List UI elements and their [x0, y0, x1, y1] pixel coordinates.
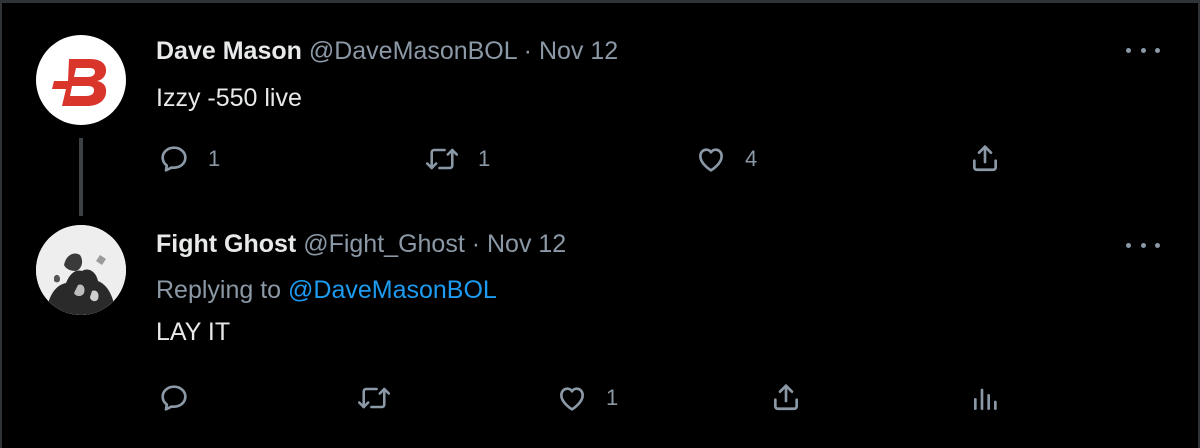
heart-icon	[560, 387, 584, 411]
ellipsis-icon	[1140, 47, 1146, 53]
ellipsis-icon	[1140, 242, 1146, 248]
retweet-button[interactable]: 1	[424, 143, 490, 175]
retweet-count: 1	[478, 146, 491, 171]
replying-label: Replying to	[156, 276, 282, 304]
user-handle[interactable]: @DaveMasonBOL	[309, 37, 517, 65]
retweet-button[interactable]	[356, 382, 410, 414]
like-button[interactable]: 1	[556, 382, 618, 414]
like-count: 4	[745, 146, 758, 171]
share-button[interactable]	[770, 381, 802, 413]
reply-icon	[161, 146, 187, 172]
reply-button[interactable]: 1	[158, 143, 220, 175]
mention-link[interactable]: @DaveMasonBOL	[288, 276, 497, 304]
tweet[interactable]: Fight Ghost @Fight_Ghost · Nov 12 Replyi…	[0, 205, 1200, 448]
analytics-button[interactable]	[970, 382, 1002, 414]
retweet-icon	[425, 148, 459, 170]
heart-icon	[699, 148, 723, 172]
like-button[interactable]: 4	[695, 143, 757, 175]
tweet-header: Fight Ghost @Fight_Ghost · Nov 12	[156, 229, 566, 259]
share-icon	[973, 145, 997, 172]
more-options-button[interactable]	[1126, 233, 1160, 257]
separator-dot: ·	[471, 230, 481, 258]
analytics-icon	[974, 388, 997, 410]
tweet-date[interactable]: Nov 12	[539, 37, 618, 65]
replying-to-line: Replying to @DaveMasonBOL	[156, 275, 497, 305]
more-options-button[interactable]	[1126, 38, 1160, 62]
reply-count: 1	[208, 146, 221, 171]
ellipsis-icon	[1126, 47, 1131, 53]
separator-dot: ·	[523, 37, 532, 65]
like-count: 1	[606, 385, 619, 410]
tweet[interactable]: Dave Mason @DaveMasonBOL · Nov 12 Izzy -…	[0, 0, 1200, 216]
avatar[interactable]	[36, 225, 126, 315]
user-handle[interactable]: @Fight_Ghost	[303, 230, 465, 258]
share-icon	[774, 384, 798, 411]
ellipsis-icon	[1155, 242, 1160, 248]
display-name[interactable]: Fight Ghost	[156, 230, 296, 258]
reply-button[interactable]	[158, 382, 208, 414]
ellipsis-icon	[1126, 242, 1131, 248]
profile-photo	[36, 225, 126, 315]
ellipsis-icon	[1155, 47, 1160, 53]
tweet-header: Dave Mason @DaveMasonBOL · Nov 12	[156, 36, 618, 66]
tweet-text: LAY IT	[156, 318, 231, 346]
tweet-date[interactable]: Nov 12	[487, 230, 566, 258]
brand-logo-icon	[52, 59, 107, 106]
avatar[interactable]	[36, 35, 126, 125]
share-button[interactable]	[969, 142, 1001, 174]
retweet-icon	[357, 387, 391, 409]
display-name[interactable]: Dave Mason	[156, 37, 302, 65]
reply-icon	[161, 385, 187, 411]
tweet-text: Izzy -550 live	[156, 84, 302, 112]
